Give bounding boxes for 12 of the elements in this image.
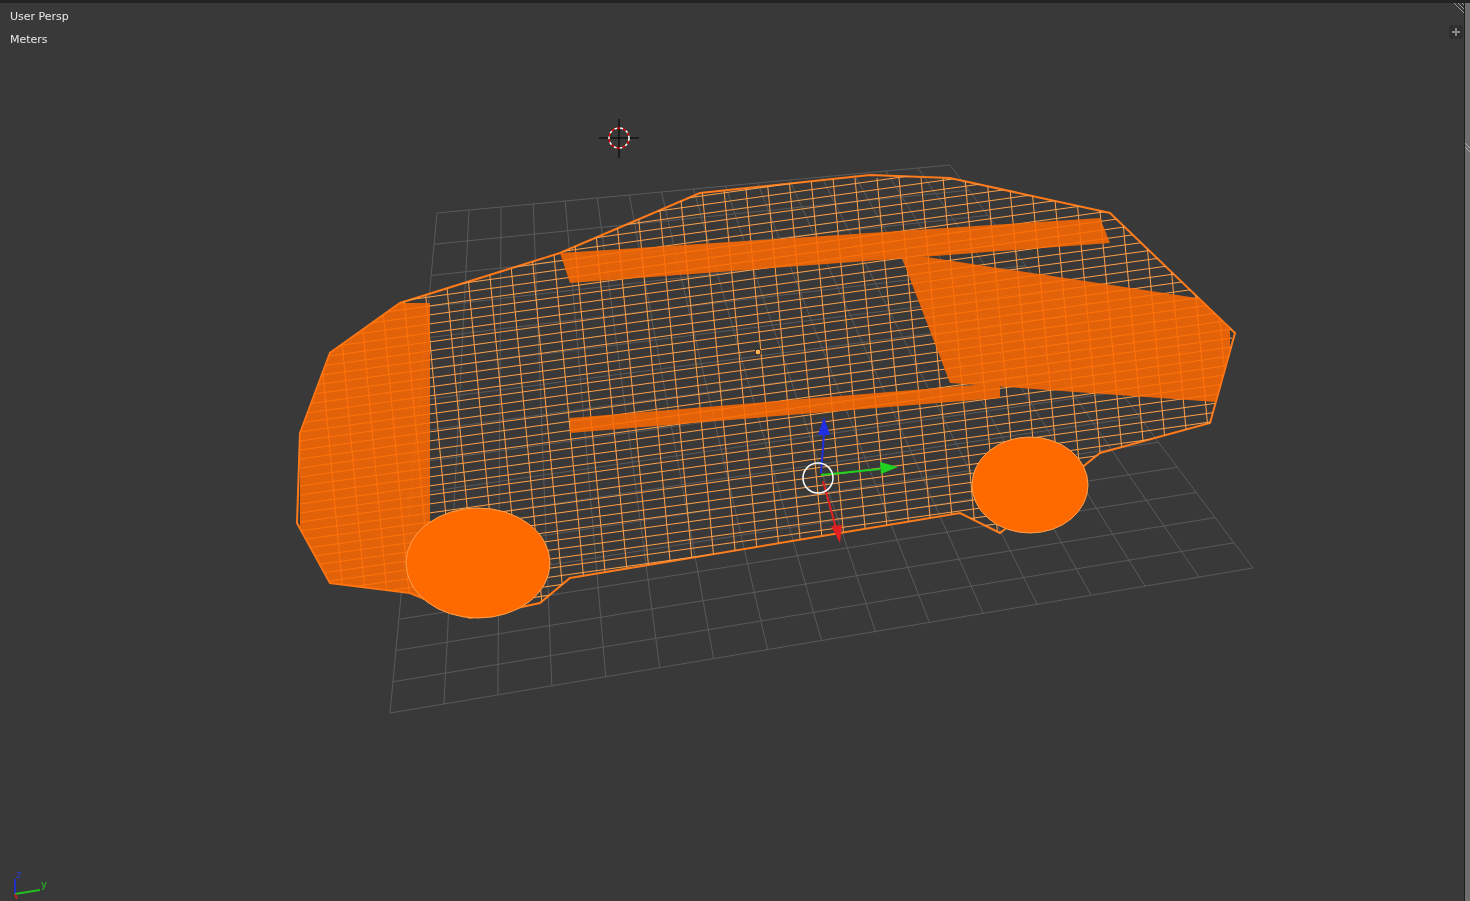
car-wireframe-drawing[interactable]: [296, 174, 1237, 620]
corner-handle-icon[interactable]: [1465, 141, 1470, 155]
axis-orientation-icon: [14, 879, 40, 899]
units-label: Meters: [10, 32, 49, 47]
corner-handle-icon[interactable]: [1452, 3, 1464, 15]
plus-icon: [1452, 28, 1460, 36]
axis-letter: y: [41, 879, 47, 890]
view-name: User Persp: [10, 9, 69, 24]
transform-gizmo-drawing[interactable]: [802, 417, 898, 543]
axis-letter: z: [16, 869, 22, 880]
add-button[interactable]: [1449, 25, 1463, 39]
crosshair-icon[interactable]: [598, 118, 640, 159]
